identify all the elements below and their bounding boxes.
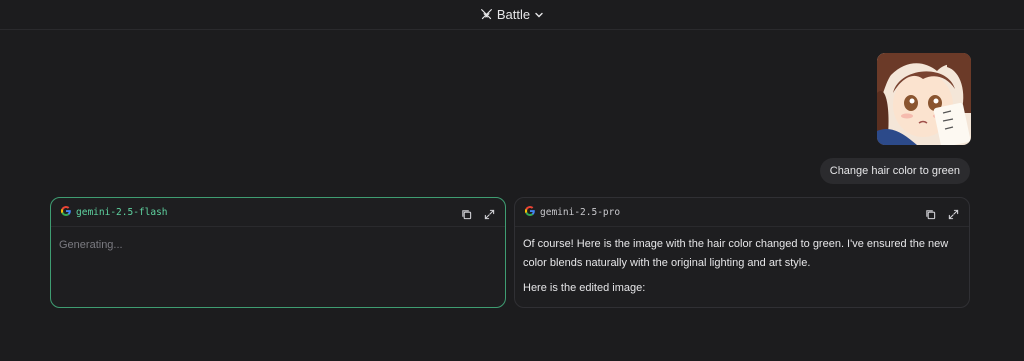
generating-status: Generating...: [59, 239, 123, 251]
model-name: gemini-2.5-flash: [76, 206, 168, 218]
response-panel-flash: gemini-2.5-flash Generating...: [50, 197, 506, 308]
copy-icon[interactable]: [461, 207, 472, 219]
mode-label: Battle: [496, 7, 531, 22]
user-message-bubble: Change hair color to green: [819, 158, 970, 184]
response-paragraph: Of course! Here is the image with the ha…: [523, 238, 949, 269]
top-bar: Battle: [0, 0, 1024, 30]
swords-icon: [480, 8, 493, 21]
expand-icon[interactable]: [948, 207, 959, 219]
panel-body: Of course! Here is the image with the ha…: [515, 227, 969, 308]
model-label: gemini-2.5-flash: [60, 205, 168, 219]
panel-header: gemini-2.5-pro: [515, 198, 969, 227]
panel-body: Generating...: [51, 227, 505, 265]
panel-header: gemini-2.5-flash: [51, 198, 505, 227]
expand-icon[interactable]: [484, 207, 495, 219]
google-icon: [524, 205, 535, 219]
copy-icon[interactable]: [925, 207, 936, 219]
user-uploaded-image[interactable]: [877, 53, 971, 145]
model-label: gemini-2.5-pro: [524, 205, 621, 219]
google-icon: [60, 205, 71, 219]
chevron-down-icon: [534, 10, 544, 20]
mode-switch[interactable]: Battle: [480, 7, 544, 22]
response-panel-pro: gemini-2.5-pro Of course! Here is the im…: [514, 197, 970, 308]
response-paragraph: Here is the edited image:: [523, 282, 646, 294]
model-name: gemini-2.5-pro: [540, 206, 621, 218]
